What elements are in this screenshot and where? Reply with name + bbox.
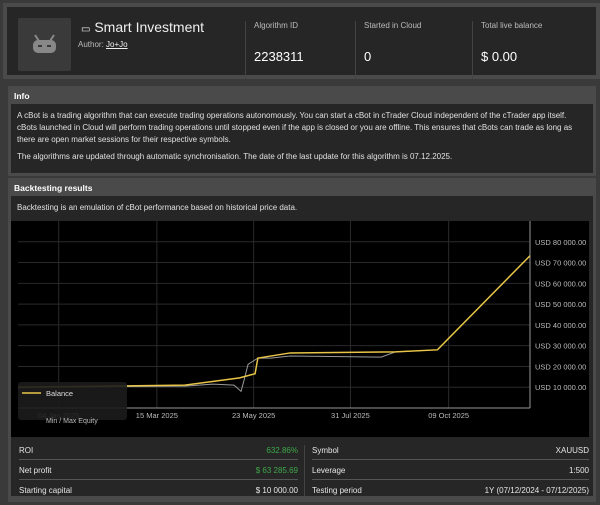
metric-value: 632.86% (266, 445, 298, 455)
metric-net-profit: Net profit $ 63 285.69 (19, 461, 298, 480)
y-tick-label: USD 50 000.00 (535, 300, 586, 309)
chart-svg: USD 10 000.00 USD 20 000.00 USD 30 000.00 U… (17, 221, 586, 425)
stat-algorithm-id: Algorithm ID 2238311 (245, 21, 304, 79)
metric-symbol: Symbol XAUUSD (312, 441, 589, 460)
info-title: Info (14, 91, 30, 101)
metrics-divider (304, 445, 305, 497)
metric-starting-capital: Starting capital $ 10 000.00 (19, 481, 298, 500)
series-line-min-max-equity (17, 255, 531, 393)
backtesting-desc: Backtesting is an emulation of cBot perf… (17, 203, 298, 212)
y-tick-label: USD 30 000.00 (535, 342, 586, 351)
metric-value: $ 63 285.69 (255, 465, 298, 475)
stat-label: Algorithm ID (254, 21, 299, 30)
metric-label: Symbol (312, 445, 339, 455)
stat-label: Total live balance (481, 21, 543, 30)
metric-label: Net profit (19, 465, 52, 475)
y-tick-label: USD 70 000.00 (535, 259, 586, 268)
stat-label: Started in Cloud (364, 21, 422, 30)
stat-started-in-cloud: Started in Cloud 0 (355, 21, 421, 79)
y-tick-label: USD 20 000.00 (535, 362, 586, 371)
metric-label: Leverage (312, 465, 346, 475)
robot-small-icon: ▭ (81, 24, 91, 35)
y-tick-label: USD 10 000.00 (535, 383, 586, 392)
author-link[interactable]: Jo+Jo (106, 40, 128, 49)
stat-value: 2238311 (254, 49, 304, 64)
legend-equity-label: Min / Max Equity (46, 418, 98, 425)
author: Author: Jo+Jo (78, 40, 128, 49)
stat-value: 0 (364, 49, 372, 64)
x-tick-label: 09 Oct 2025 (428, 411, 469, 420)
x-tick-label: 31 Jul 2025 (331, 411, 370, 420)
x-tick-label: 23 May 2025 (232, 411, 275, 420)
metric-roi: ROI 632.86% (19, 441, 298, 460)
y-tick-label: USD 40 000.00 (535, 321, 586, 330)
metric-leverage: Leverage 1:500 (312, 461, 589, 480)
metric-value: XAUUSD (555, 445, 589, 455)
author-label: Author: (78, 40, 104, 49)
metric-value: 1Y (07/12/2024 - 07/12/2025) (484, 486, 589, 495)
balance-chart[interactable]: USD 10 000.00 USD 20 000.00 USD 30 000.00 U… (11, 221, 589, 437)
bot-avatar (18, 18, 71, 71)
metric-value: $ 10 000.00 (255, 486, 298, 495)
y-tick-label: USD 60 000.00 (535, 279, 586, 288)
metric-label: Starting capital (19, 486, 72, 495)
stat-total-live-balance: Total live balance $ 0.00 (472, 21, 542, 79)
metric-label: ROI (19, 445, 34, 455)
metric-value: 1:500 (568, 465, 589, 475)
legend-box (18, 382, 127, 420)
legend-balance-label: Balance (46, 389, 73, 398)
info-panel: Info A cBot is a trading algorithm that … (8, 86, 596, 176)
info-text: A cBot is a trading algorithm that can e… (17, 111, 573, 144)
y-tick-label: USD 80 000.00 (535, 238, 586, 247)
info-update-text: The algorithms are updated through autom… (17, 152, 453, 161)
bot-title-text: Smart Investment (94, 19, 205, 35)
x-tick-label: 15 Mar 2025 (136, 411, 178, 420)
backtesting-title: Backtesting results (14, 183, 93, 193)
robot-icon (33, 34, 56, 53)
bot-header: ▭ Smart Investment Author: Jo+Jo Algorit… (3, 3, 600, 79)
bot-title: ▭ Smart Investment (81, 19, 204, 35)
metric-label: Testing period (312, 486, 362, 495)
metric-testing-period: Testing period 1Y (07/12/2024 - 07/12/202… (312, 481, 589, 500)
stat-value: $ 0.00 (481, 49, 518, 64)
series-line-balance (17, 255, 531, 388)
